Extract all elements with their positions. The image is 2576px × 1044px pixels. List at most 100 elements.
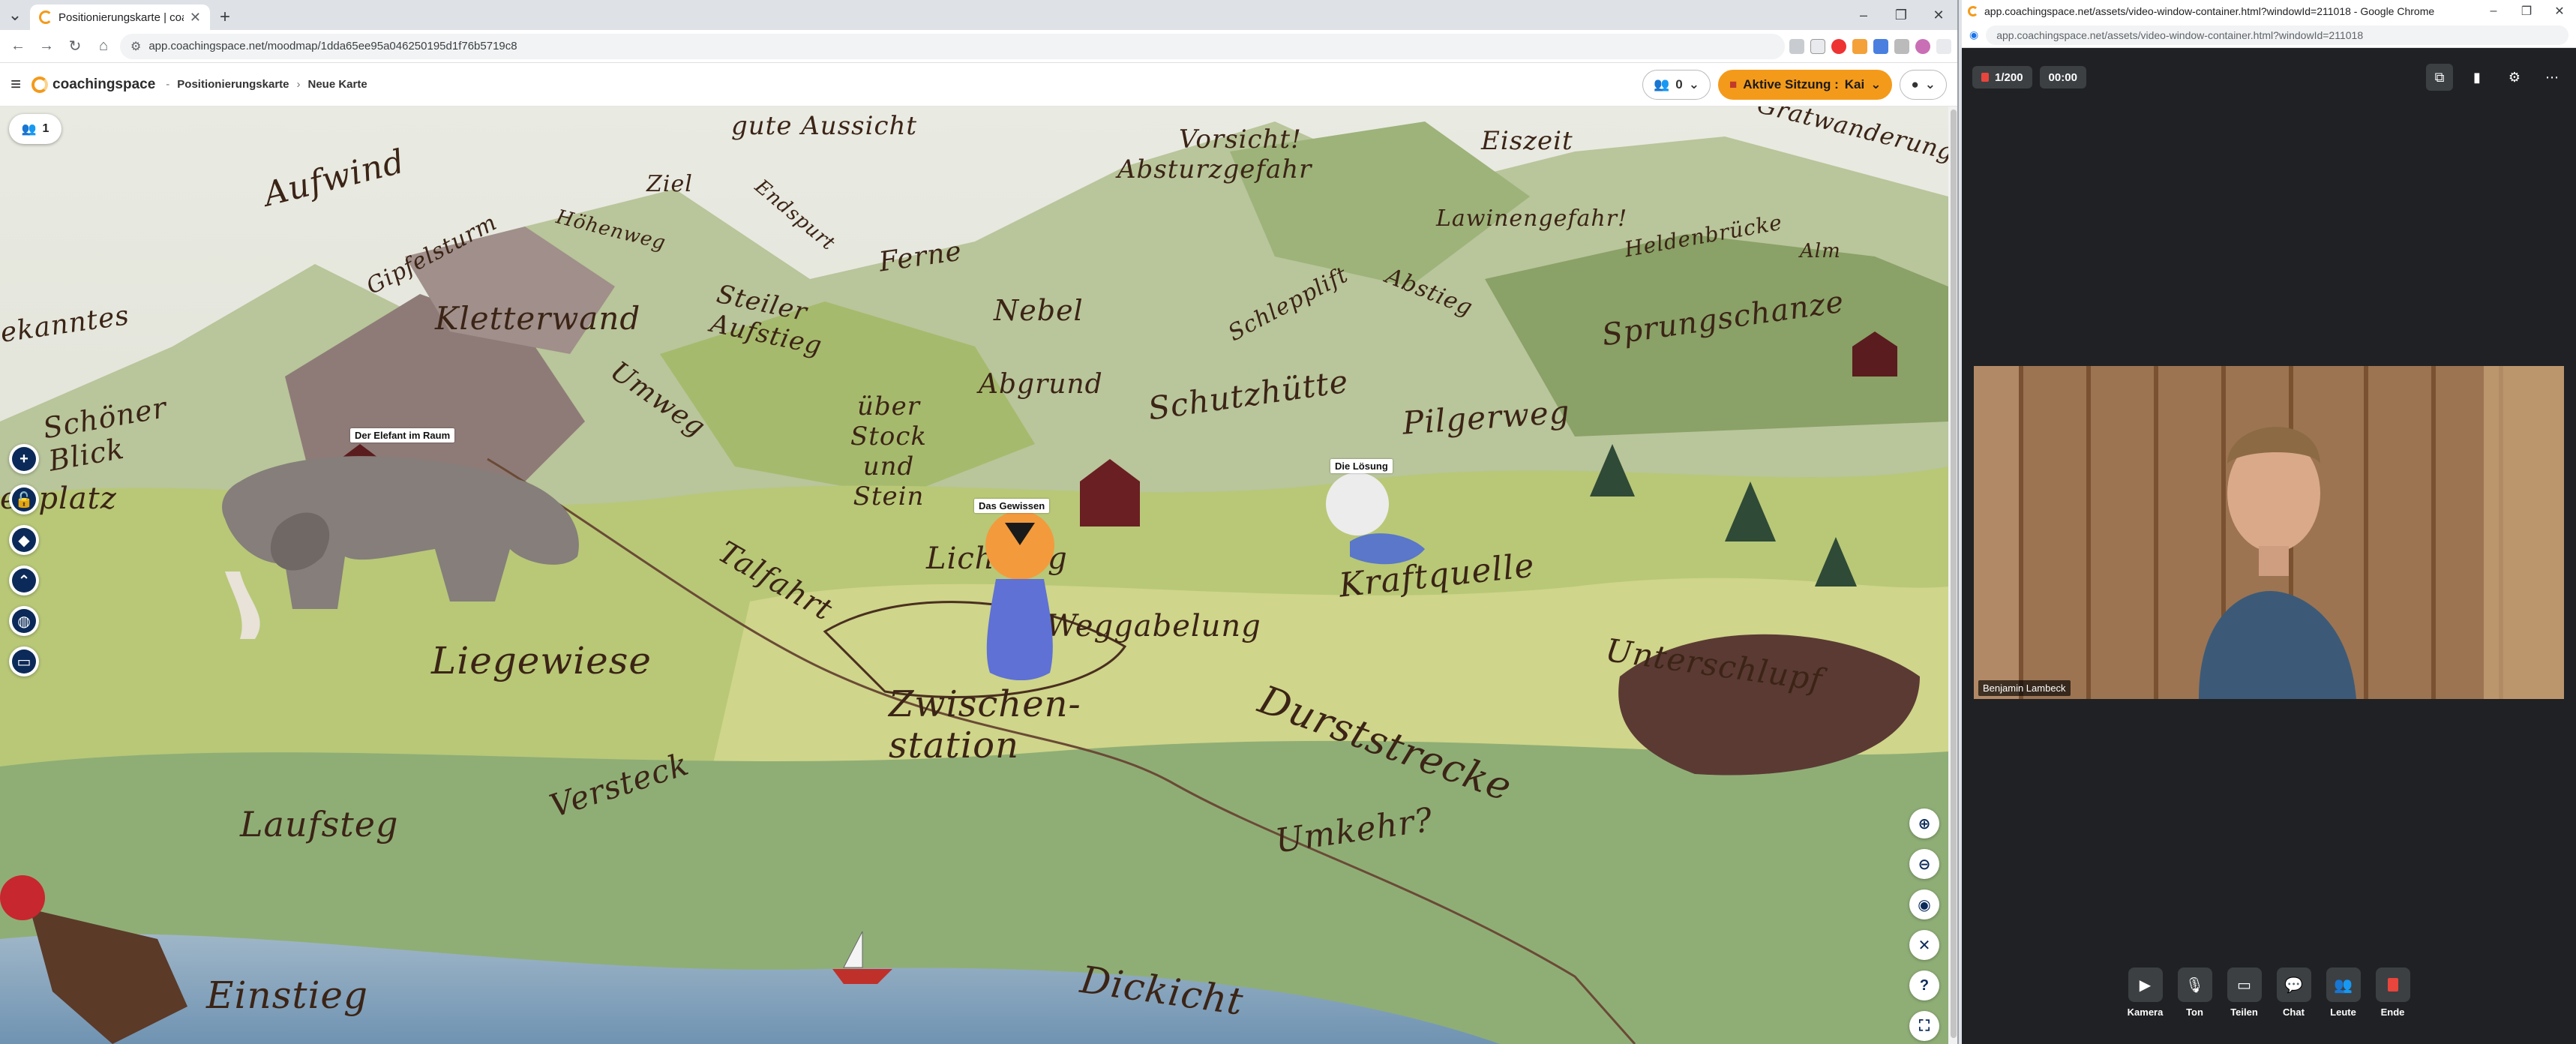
forward-icon[interactable]: →	[34, 34, 58, 58]
online-users-count: 1	[42, 122, 49, 135]
gewissen-figure[interactable]	[975, 508, 1065, 680]
elephant-figure[interactable]	[210, 436, 600, 646]
participant-counter: 1/200	[1972, 66, 2032, 88]
share-label: Teilen	[2230, 1006, 2258, 1018]
globe-icon: ◍	[12, 609, 36, 633]
audio-control[interactable]: 🎙 Ton	[2176, 968, 2215, 1018]
active-session-button[interactable]: ■ Aktive Sitzung : Kai ⌄	[1717, 69, 1893, 100]
unlock-button[interactable]: 🔓	[9, 484, 39, 514]
more-options-button[interactable]: ⋯	[2539, 64, 2566, 91]
people-icon[interactable]: 👥	[2326, 968, 2361, 1002]
chevron-down-icon: ⌄	[1924, 76, 1936, 92]
stats-button[interactable]: ▮	[2464, 64, 2491, 91]
end-call-control[interactable]: Ende	[2374, 968, 2413, 1018]
extension-puzzle-icon[interactable]	[1894, 38, 1909, 54]
app-header: ≡ coachingspace - Positionierungskarte ›…	[0, 63, 1957, 106]
close-window-icon[interactable]: ✕	[1920, 0, 1957, 30]
add-figure-button[interactable]: +	[9, 444, 39, 474]
close-tab-icon[interactable]: ✕	[190, 10, 201, 26]
participants-dropdown[interactable]: 👥 0 ⌄	[1642, 69, 1711, 100]
presentation-button[interactable]: ▭	[9, 646, 39, 676]
site-info-icon[interactable]: ◉	[1969, 28, 1978, 41]
zoom-out-icon: ⊖	[1918, 856, 1931, 873]
address-bar[interactable]: ⚙ app.coachingspace.net/moodmap/1dda65ee…	[120, 33, 1785, 59]
hand-icon	[1981, 73, 1989, 82]
users-icon: 👥	[21, 123, 37, 136]
minimize-icon[interactable]: –	[1845, 0, 1882, 30]
user-menu-button[interactable]: ● ⌄	[1900, 69, 1947, 100]
address-text: app.coachingspace.net/moodmap/1dda65ee95…	[148, 40, 517, 52]
online-users-badge[interactable]: 👥 1	[9, 114, 61, 144]
back-icon[interactable]: ←	[6, 34, 30, 58]
site-info-icon[interactable]: ⚙	[130, 39, 141, 54]
camera-label: Kamera	[2127, 1006, 2164, 1018]
new-tab-button[interactable]: +	[210, 4, 240, 30]
microphone-icon[interactable]: 🎙	[2177, 968, 2212, 1002]
map-word-ueber-stock: über Stock und Stein	[850, 392, 928, 512]
picture-in-picture-button[interactable]: ⧉	[2426, 64, 2453, 91]
zoom-out-button[interactable]: ⊖	[1909, 849, 1939, 879]
share-control[interactable]: ▭ Teilen	[2225, 968, 2264, 1018]
breadcrumb-item-neue-karte[interactable]: Neue Karte	[308, 78, 367, 91]
extension-orange-icon[interactable]	[1852, 38, 1867, 54]
video-top-bar: 1/200 00:00 ⧉ ▮ ⚙ ⋯	[1962, 62, 2576, 93]
tag-icon: ◆	[12, 528, 36, 552]
people-control[interactable]: 👥 Leute	[2324, 968, 2363, 1018]
loesung-figure[interactable]	[1320, 466, 1432, 572]
reload-icon[interactable]: ↻	[63, 34, 87, 58]
help-button[interactable]: ?	[1909, 970, 1939, 1000]
pip-icon: ⧉	[2434, 69, 2445, 85]
video-window-title: app.coachingspace.net/assets/video-windo…	[1984, 5, 2435, 17]
chrome-menu-icon[interactable]	[1936, 38, 1951, 54]
logo-text: coachingspace	[52, 76, 156, 92]
question-icon: ?	[1919, 976, 1930, 994]
map-word-weggabelung: Weggabelung	[1046, 609, 1261, 644]
fullscreen-button[interactable]: ⛶	[1909, 1011, 1939, 1041]
video-camera-icon: ■	[1729, 76, 1738, 92]
home-icon[interactable]: ⌂	[91, 34, 115, 58]
gear-icon: ⚙	[2508, 69, 2521, 85]
participant-video-frame	[1974, 366, 2564, 699]
zoom-in-button[interactable]: ⊕	[1909, 808, 1939, 838]
translate-icon[interactable]	[1873, 38, 1888, 54]
bookmark-star-icon[interactable]	[1810, 38, 1825, 54]
scrollbar-thumb[interactable]	[1951, 110, 1957, 1038]
mute-button[interactable]: ✕	[1909, 930, 1939, 960]
screen-share-icon[interactable]: ▭	[2227, 968, 2262, 1002]
minimize-icon[interactable]: –	[2477, 0, 2510, 22]
adblock-icon[interactable]	[1831, 38, 1846, 54]
coachingspace-logo[interactable]: coachingspace	[31, 76, 155, 93]
figure-label-elefant: Der Elefant im Raum	[350, 428, 455, 442]
maximize-icon[interactable]: ❐	[1882, 0, 1920, 30]
breadcrumb-item-positionierungskarte[interactable]: Positionierungskarte	[177, 78, 289, 91]
call-timer: 00:00	[2039, 66, 2086, 88]
participant-video-tile[interactable]: Benjamin Lambeck	[1974, 366, 2564, 699]
positioning-map-canvas[interactable]: gute Aussicht Vorsicht! Absturzgefahr Ei…	[0, 106, 1948, 1044]
figure-label-gewissen: Das Gewissen	[974, 499, 1050, 513]
breadcrumb: - Positionierungskarte › Neue Karte	[166, 78, 367, 91]
camera-icon[interactable]: ▶	[2128, 968, 2163, 1002]
profile-avatar-icon[interactable]	[1915, 38, 1930, 54]
browser-tab-active[interactable]: Positionierungskarte | coaching ✕	[30, 4, 210, 30]
tab-search-icon[interactable]: ⌄	[0, 0, 30, 30]
chat-label: Chat	[2283, 1006, 2305, 1018]
settings-button[interactable]: ⚙	[2501, 64, 2528, 91]
chat-icon[interactable]: 💬	[2276, 968, 2311, 1002]
chevron-down-icon: ⌄	[1688, 76, 1699, 92]
screenshot-button[interactable]: ◉	[1909, 890, 1939, 920]
map-scrollbar[interactable]	[1948, 106, 1957, 1044]
collapse-button[interactable]: ⌃	[9, 566, 39, 596]
maximize-icon[interactable]: ❐	[2510, 0, 2543, 22]
key-icon[interactable]	[1789, 38, 1804, 54]
map-word-ziel: Ziel	[646, 171, 693, 197]
hamburger-menu-icon[interactable]: ≡	[10, 74, 21, 95]
chat-control[interactable]: 💬 Chat	[2275, 968, 2314, 1018]
left-toolbar: + 🔓 ◆ ⌃ ◍ ▭	[9, 444, 39, 676]
tag-button[interactable]: ◆	[9, 525, 39, 555]
video-address-text[interactable]: app.coachingspace.net/assets/video-windo…	[1986, 25, 2569, 45]
close-window-icon[interactable]: ✕	[2543, 0, 2576, 22]
end-call-icon[interactable]	[2375, 968, 2410, 1002]
camera-control[interactable]: ▶ Kamera	[2126, 968, 2165, 1018]
video-call-window: app.coachingspace.net/assets/video-windo…	[1962, 0, 2576, 1044]
background-select-button[interactable]: ◍	[9, 606, 39, 636]
